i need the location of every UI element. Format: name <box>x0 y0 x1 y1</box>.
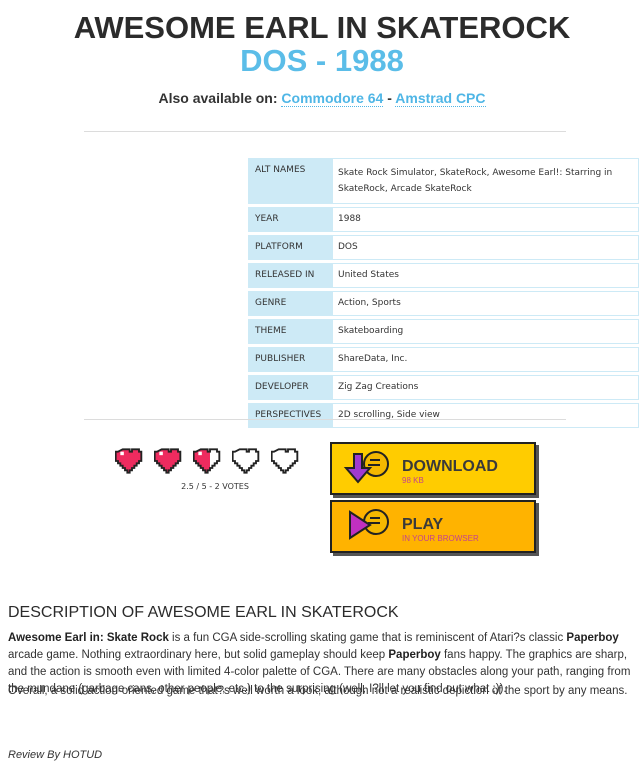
info-value: ShareData, Inc. <box>332 347 639 372</box>
info-value: 1988 <box>332 207 639 232</box>
info-key: THEME <box>248 319 332 344</box>
also-separator: - <box>383 90 396 106</box>
heart-icon[interactable] <box>271 447 305 475</box>
info-key: DEVELOPER <box>248 375 332 400</box>
table-row: GENRE Action, Sports <box>248 291 639 316</box>
table-row: PUBLISHER ShareData, Inc. <box>248 347 639 372</box>
link-amstrad-cpc[interactable]: Amstrad CPC <box>395 90 486 107</box>
table-row: THEME Skateboarding <box>248 319 639 344</box>
rating-votes: 2.5 / 5 - 2 VOTES <box>181 482 249 491</box>
heart-icon[interactable] <box>115 447 149 475</box>
description-paragraph-2: Overall, a solid action-oriented game th… <box>8 685 628 697</box>
play-label: PLAY <box>402 516 444 533</box>
game-title: AWESOME EARL IN SKATEROCK <box>73 10 571 45</box>
also-available-label: Also available on: <box>158 90 278 106</box>
info-value: Skateboarding <box>332 319 639 344</box>
table-row: RELEASED IN United States <box>248 263 639 288</box>
download-label: DOWNLOAD <box>402 458 498 475</box>
info-key: RELEASED IN <box>248 263 332 288</box>
also-available: Also available on: Commodore 64 - Amstra… <box>0 90 644 107</box>
link-commodore-64[interactable]: Commodore 64 <box>281 90 384 107</box>
info-key: PUBLISHER <box>248 347 332 372</box>
download-arrow-icon <box>342 450 394 490</box>
bold-text: Paperboy <box>388 649 441 661</box>
info-key: YEAR <box>248 207 332 232</box>
info-value: Skate Rock Simulator, SkateRock, Awesome… <box>332 158 639 204</box>
info-value: 2D scrolling, Side view <box>332 403 639 428</box>
platform-year: DOS - 1988 <box>240 43 404 78</box>
divider-middle <box>84 419 566 420</box>
info-value: DOS <box>332 235 639 260</box>
review-by: Review By HOTUD <box>8 749 103 761</box>
heart-icon[interactable] <box>154 447 188 475</box>
table-row: DEVELOPER Zig Zag Creations <box>248 375 639 400</box>
table-row: ALT NAMES Skate Rock Simulator, SkateRoc… <box>248 158 639 204</box>
info-value: United States <box>332 263 639 288</box>
description-title: DESCRIPTION OF AWESOME EARL IN SKATEROCK <box>8 604 399 621</box>
bold-text: Paperboy <box>566 632 619 644</box>
info-value: Zig Zag Creations <box>332 375 639 400</box>
heart-icon[interactable] <box>232 447 266 475</box>
info-key: ALT NAMES <box>248 158 332 204</box>
rating-hearts[interactable] <box>115 447 305 475</box>
play-button[interactable]: PLAY IN YOUR BROWSER <box>330 500 536 553</box>
play-triangle-icon <box>342 508 394 548</box>
info-table: ALT NAMES Skate Rock Simulator, SkateRoc… <box>248 155 639 431</box>
table-row: PERSPECTIVES 2D scrolling, Side view <box>248 403 639 428</box>
info-key: PLATFORM <box>248 235 332 260</box>
divider-top <box>84 131 566 132</box>
table-row: PLATFORM DOS <box>248 235 639 260</box>
info-key: GENRE <box>248 291 332 316</box>
download-button[interactable]: DOWNLOAD 98 KB <box>330 442 536 495</box>
heart-icon[interactable] <box>193 447 227 475</box>
table-row: YEAR 1988 <box>248 207 639 232</box>
info-key: PERSPECTIVES <box>248 403 332 428</box>
info-value: Action, Sports <box>332 291 639 316</box>
download-size: 98 KB <box>402 476 424 485</box>
play-sub: IN YOUR BROWSER <box>402 534 479 543</box>
bold-text: Awesome Earl in: Skate Rock <box>8 632 169 644</box>
